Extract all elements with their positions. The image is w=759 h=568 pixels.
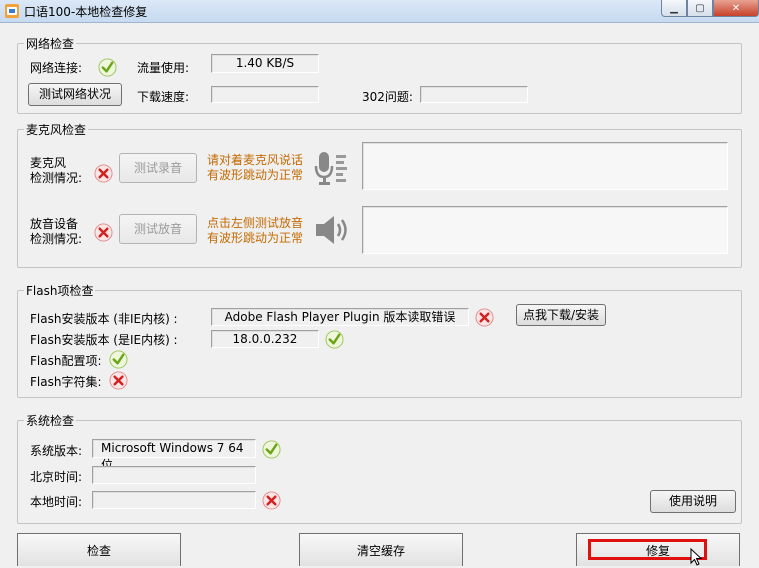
window-controls: ▁ ▢ ✕: [661, 0, 759, 18]
flash-ie-value: 18.0.0.232: [211, 330, 319, 348]
minimize-icon: ▁: [670, 2, 678, 14]
network-connection-label: 网络连接:: [30, 61, 83, 75]
test-play-button[interactable]: 测试放音: [119, 214, 197, 244]
flash-ie-label: Flash安装版本 (是IE内核) :: [30, 333, 178, 347]
maximize-icon: ▢: [695, 2, 705, 14]
flash-nonie-label: Flash安装版本 (非IE内核) :: [30, 312, 178, 326]
record-hint-1: 请对着麦克风说话: [207, 153, 304, 167]
flash-config-label: Flash配置项:: [30, 354, 102, 368]
speaker-error-icon: [94, 223, 113, 242]
record-hint-2: 有波形跳动为正常: [207, 168, 304, 182]
play-hint-1: 点击左侧测试放音: [207, 216, 304, 230]
local-time-value: [92, 491, 256, 509]
download-flash-button[interactable]: 点我下载/安装: [516, 304, 606, 326]
flash-charset-error-icon: [109, 371, 128, 390]
issue302-box: [420, 86, 528, 103]
clear-cache-button[interactable]: 清空缓存: [299, 533, 463, 566]
close-button[interactable]: ✕: [713, 0, 759, 17]
beijing-time-value: [92, 466, 256, 484]
speaker-icon: [316, 216, 347, 244]
app-icon: [5, 4, 19, 18]
speaker-waveform-box: [362, 206, 728, 254]
mic-waveform-box: [362, 142, 728, 190]
test-network-button[interactable]: 测试网络状况: [28, 83, 122, 106]
mic-label-2: 检测情况:: [30, 171, 83, 185]
speaker-label-2: 检测情况:: [30, 232, 83, 246]
system-version-label: 系统版本:: [30, 444, 83, 458]
title-bar: 口语100-本地检查修复 ▁ ▢ ✕: [0, 0, 759, 23]
download-speed-label: 下载速度:: [137, 90, 190, 104]
system-version-value: Microsoft Windows 7 64位: [92, 439, 256, 472]
system-version-ok-icon: [262, 440, 281, 459]
help-button[interactable]: 使用说明: [650, 490, 736, 513]
flash-config-ok-icon: [109, 350, 128, 369]
minimize-button[interactable]: ▁: [661, 0, 687, 17]
local-time-error-icon: [262, 491, 281, 510]
check-button[interactable]: 检查: [17, 533, 181, 566]
flash-charset-label: Flash字符集:: [30, 375, 102, 389]
test-record-button[interactable]: 测试录音: [119, 153, 197, 183]
local-time-label: 本地时间:: [30, 495, 83, 509]
issue302-label: 302问题:: [362, 90, 413, 104]
traffic-label: 流量使用:: [137, 61, 190, 75]
network-ok-icon: [98, 58, 117, 77]
system-legend: 系统检查: [26, 414, 75, 428]
network-legend: 网络检查: [26, 37, 75, 51]
close-icon: ✕: [731, 2, 741, 14]
beijing-time-label: 北京时间:: [30, 470, 83, 484]
flash-legend: Flash项检查: [26, 284, 94, 298]
flash-nonie-value: Adobe Flash Player Plugin 版本读取错误: [211, 308, 469, 326]
traffic-value-box: 1.40 KB/S: [211, 54, 319, 73]
maximize-button[interactable]: ▢: [687, 0, 713, 17]
flash-ie-ok-icon: [325, 330, 344, 349]
mic-error-icon: [94, 164, 113, 183]
mic-legend: 麦克风检查: [26, 123, 87, 137]
play-hint-2: 有波形跳动为正常: [207, 231, 304, 245]
window-title: 口语100-本地检查修复: [24, 5, 148, 19]
microphone-icon: [314, 152, 347, 185]
mouse-cursor-icon: [690, 548, 703, 566]
flash-nonie-error-icon: [475, 308, 494, 327]
download-speed-box: [211, 86, 319, 103]
